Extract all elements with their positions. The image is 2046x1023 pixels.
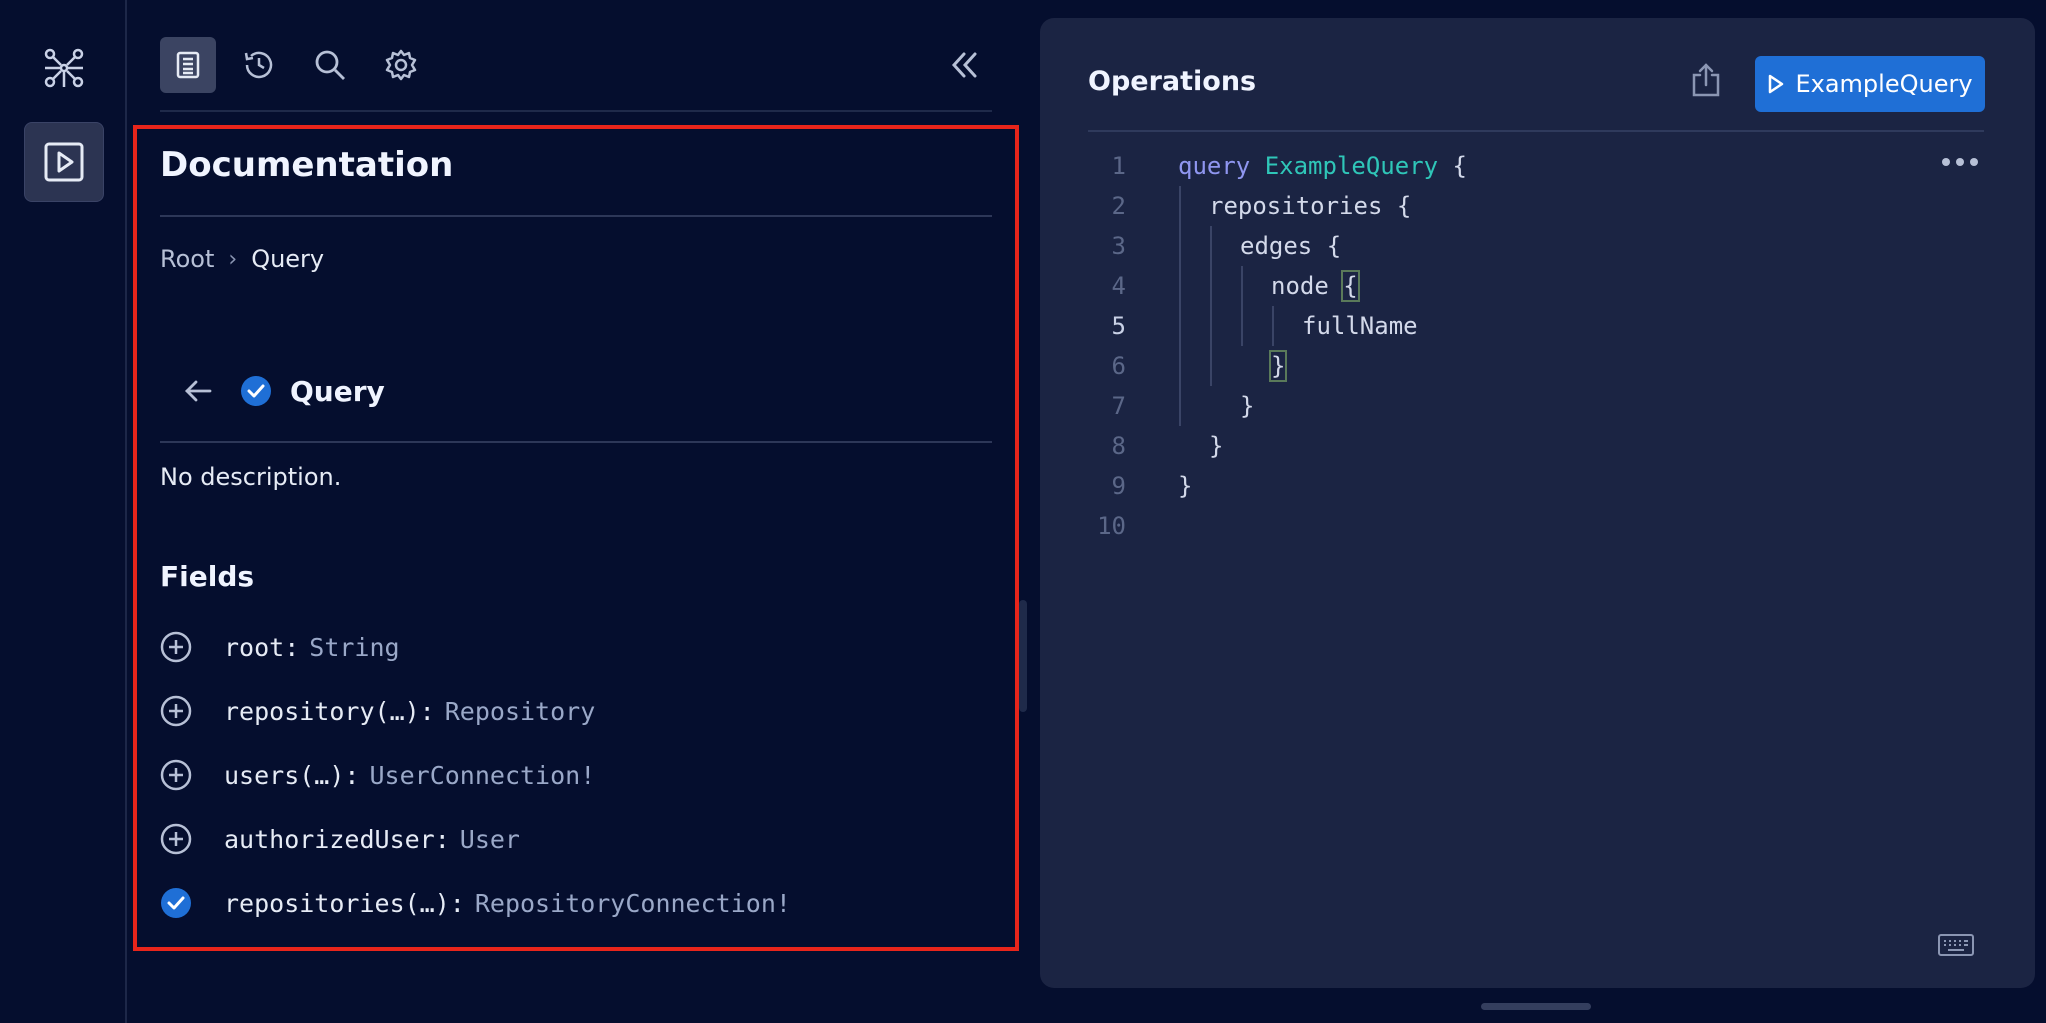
field-row[interactable]: repositories(…) : RepositoryConnection! bbox=[160, 885, 791, 921]
field-name[interactable]: root bbox=[224, 633, 284, 662]
play-square-button[interactable] bbox=[24, 122, 104, 202]
plus-circle-icon[interactable] bbox=[160, 759, 192, 791]
title-divider bbox=[160, 215, 992, 217]
check-circle-icon bbox=[240, 375, 272, 407]
code-line-current: 5 fullName bbox=[1040, 306, 2035, 346]
field-type[interactable]: RepositoryConnection! bbox=[475, 889, 791, 918]
documentation-button[interactable] bbox=[160, 37, 216, 93]
code-brace: { bbox=[1438, 152, 1467, 180]
field-type[interactable]: Repository bbox=[445, 697, 596, 726]
share-icon[interactable] bbox=[1688, 60, 1724, 100]
run-query-button[interactable]: ExampleQuery bbox=[1755, 56, 1985, 112]
code-text: } bbox=[1178, 472, 1193, 500]
matched-brace: { bbox=[1341, 270, 1360, 302]
line-number: 4 bbox=[1111, 272, 1126, 300]
graphql-logo-icon bbox=[42, 46, 86, 90]
history-button[interactable] bbox=[231, 37, 287, 93]
field-row[interactable]: root : String bbox=[160, 629, 400, 665]
field-row[interactable]: authorizedUser : User bbox=[160, 821, 520, 857]
line-number: 2 bbox=[1111, 192, 1126, 220]
line-number: 9 bbox=[1111, 472, 1126, 500]
code-text: } bbox=[1209, 432, 1224, 460]
back-arrow-icon[interactable] bbox=[178, 371, 218, 411]
field-row[interactable]: repository(…) : Repository bbox=[160, 693, 595, 729]
line-number: 5 bbox=[1111, 312, 1126, 340]
field-name[interactable]: authorizedUser bbox=[224, 825, 435, 854]
field-type[interactable]: String bbox=[309, 633, 399, 662]
plus-circle-icon[interactable] bbox=[160, 631, 192, 663]
field-name[interactable]: repositories(…) bbox=[224, 889, 450, 918]
code-line: 9 } bbox=[1040, 466, 2035, 506]
keyboard-icon[interactable] bbox=[1938, 934, 1974, 960]
documentation-icon bbox=[176, 51, 200, 79]
field-colon: : bbox=[284, 632, 300, 662]
code-line: 7 } bbox=[1040, 386, 2035, 426]
line-number: 1 bbox=[1111, 152, 1126, 180]
code-line: 4 node { bbox=[1040, 266, 2035, 306]
editor-header: Operations ExampleQuery bbox=[1088, 36, 1985, 132]
code-line: 2 repositories { bbox=[1040, 186, 2035, 226]
field-colon: : bbox=[449, 888, 465, 918]
double-chevron-left-icon bbox=[951, 52, 977, 78]
breadcrumb-root[interactable]: Root bbox=[160, 245, 214, 273]
code-operation-name: ExampleQuery bbox=[1264, 152, 1439, 180]
code-editor[interactable]: 1 query ExampleQuery { 2 repositories { … bbox=[1040, 146, 2035, 546]
doc-toolbar bbox=[160, 36, 992, 112]
code-keyword: query bbox=[1178, 152, 1251, 180]
documentation-title: Documentation bbox=[160, 145, 454, 185]
line-number: 10 bbox=[1097, 512, 1126, 540]
code-line: 8 } bbox=[1040, 426, 2035, 466]
code-text: repositories { bbox=[1209, 192, 1412, 220]
plugin-rail bbox=[0, 0, 127, 1023]
operations-editor: Operations ExampleQuery 1 query ExampleQ… bbox=[1040, 18, 2035, 988]
field-type[interactable]: User bbox=[460, 825, 520, 854]
type-title: Query bbox=[290, 374, 385, 408]
panel-resize-handle[interactable] bbox=[1019, 600, 1027, 712]
field-name[interactable]: users(…) bbox=[224, 761, 344, 790]
plus-circle-icon[interactable] bbox=[160, 695, 192, 727]
code-line: 6 } bbox=[1040, 346, 2035, 386]
code-text: fullName bbox=[1302, 312, 1418, 340]
line-number: 6 bbox=[1111, 352, 1126, 380]
type-header: Query bbox=[160, 366, 385, 416]
field-row[interactable]: users(…) : UserConnection! bbox=[160, 757, 595, 793]
field-colon: : bbox=[434, 824, 450, 854]
bottom-resize-handle[interactable] bbox=[1481, 1003, 1591, 1010]
play-icon bbox=[1767, 74, 1785, 94]
field-name[interactable]: repository(…) bbox=[224, 697, 420, 726]
type-description: No description. bbox=[160, 463, 342, 491]
code-line: 3 edges { bbox=[1040, 226, 2035, 266]
settings-icon bbox=[385, 49, 417, 81]
breadcrumb-current: Query bbox=[251, 245, 325, 273]
matched-brace: } bbox=[1268, 350, 1288, 382]
breadcrumb: Root › Query bbox=[160, 245, 324, 273]
breadcrumb-separator: › bbox=[228, 246, 238, 272]
code-text: } bbox=[1240, 392, 1255, 420]
history-icon bbox=[244, 51, 273, 79]
line-number: 3 bbox=[1111, 232, 1126, 260]
field-type[interactable]: UserConnection! bbox=[369, 761, 595, 790]
run-query-label: ExampleQuery bbox=[1795, 70, 1973, 98]
plus-circle-icon[interactable] bbox=[160, 823, 192, 855]
search-button[interactable] bbox=[302, 37, 358, 93]
code-line: 1 query ExampleQuery { bbox=[1040, 146, 2035, 186]
play-square-icon bbox=[44, 142, 84, 182]
code-field: node bbox=[1271, 272, 1344, 300]
collapse-panel-button[interactable] bbox=[936, 37, 992, 93]
check-circle-icon[interactable] bbox=[160, 887, 192, 919]
fields-heading: Fields bbox=[160, 560, 255, 593]
field-colon: : bbox=[344, 760, 360, 790]
settings-button[interactable] bbox=[373, 37, 429, 93]
field-colon: : bbox=[419, 696, 435, 726]
code-text: edges { bbox=[1240, 232, 1342, 260]
code-line: 10 bbox=[1040, 506, 2035, 546]
operations-title: Operations bbox=[1088, 66, 1257, 97]
line-number: 7 bbox=[1111, 392, 1126, 420]
search-icon bbox=[315, 50, 345, 80]
type-divider bbox=[160, 441, 992, 443]
line-number: 8 bbox=[1111, 432, 1126, 460]
